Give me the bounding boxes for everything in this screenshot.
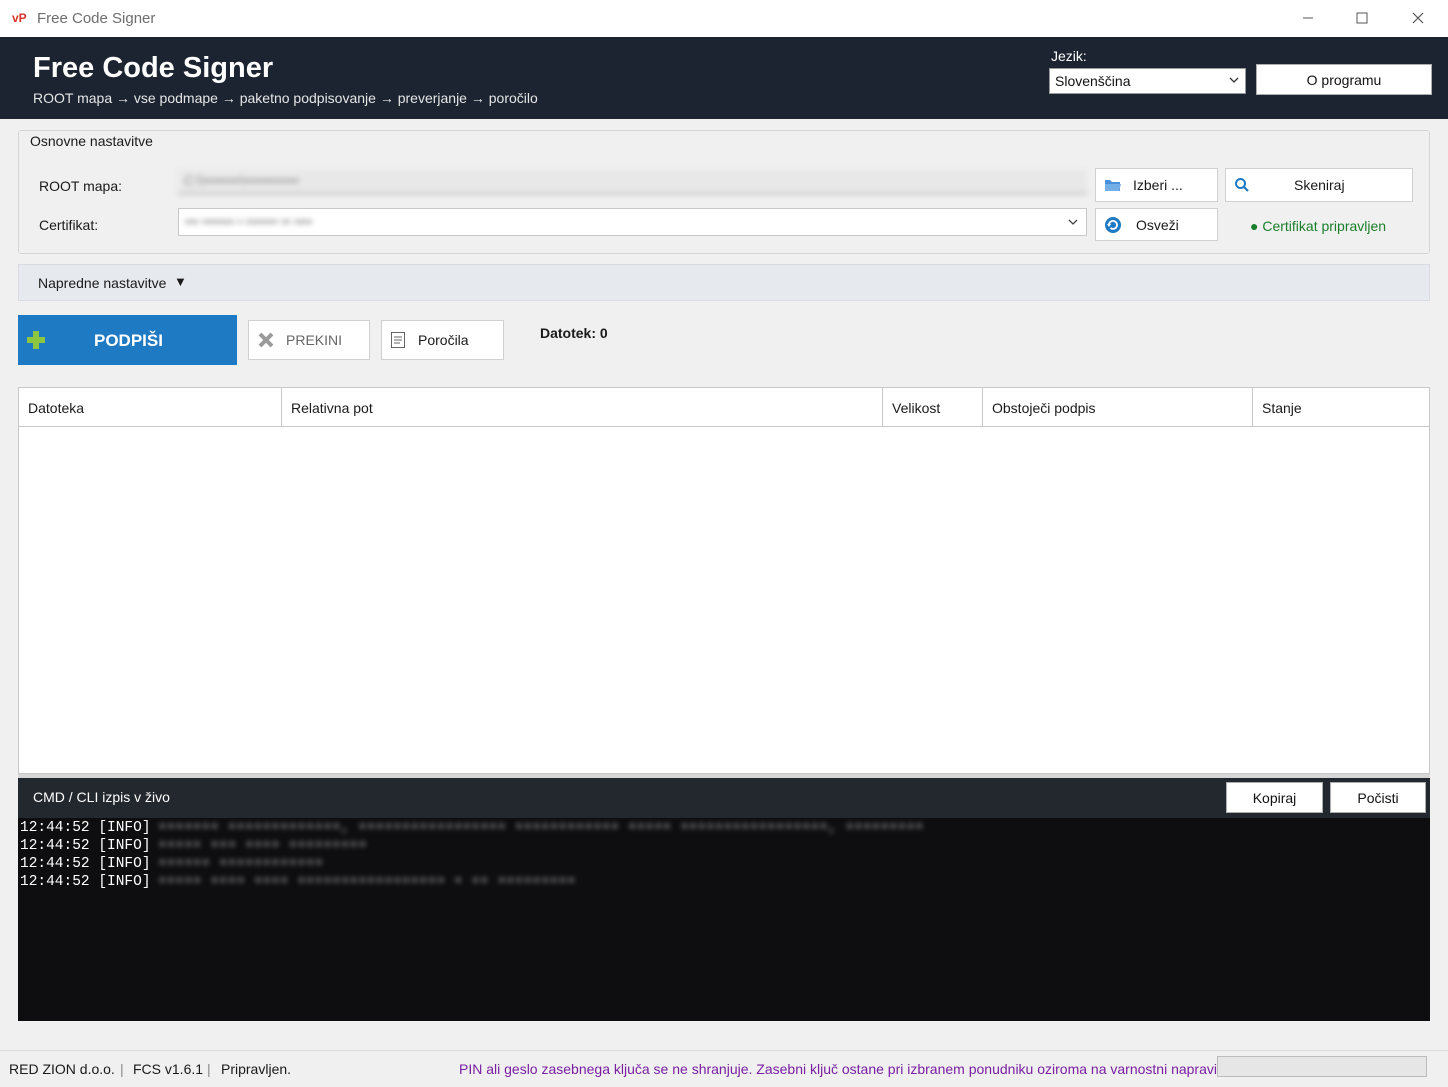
basic-settings-legend: Osnovne nastavitve	[26, 133, 157, 149]
app-title: Free Code Signer	[33, 52, 274, 84]
choose-folder-label: Izberi ...	[1133, 177, 1183, 193]
folder-icon	[1104, 178, 1122, 192]
status-separator: |	[207, 1061, 211, 1077]
language-label: Jezik:	[1051, 48, 1087, 64]
advanced-settings-label: Napredne nastavitve	[38, 275, 167, 291]
refresh-label: Osveži	[1136, 216, 1179, 233]
company-name: RED ZION d.o.o.	[9, 1061, 115, 1077]
log-timestamp: 12:44:52 [INFO]	[20, 856, 151, 872]
root-folder-input[interactable]: C:\\••••••••\••••••••••••	[178, 170, 1087, 194]
chevron-down-icon	[1229, 77, 1239, 83]
version-label: FCS v1.6.1	[133, 1061, 204, 1077]
language-value: Slovenščina	[1055, 73, 1131, 89]
window-title: Free Code Signer	[37, 10, 156, 27]
maximize-button[interactable]	[1342, 6, 1382, 30]
status-text: Pripravljen.	[221, 1061, 292, 1077]
close-button[interactable]	[1398, 6, 1438, 30]
log-line: 12:44:52 [INFO] ••••• ••• •••• •••••••••	[18, 837, 1430, 855]
plus-icon	[26, 330, 46, 355]
root-folder-label: ROOT mapa:	[39, 178, 122, 194]
stop-button[interactable]: PREKINI	[248, 320, 370, 360]
log-message: ••••• •••• •••• ••••••••••••••••• • •• •…	[158, 874, 576, 890]
certificate-value: ••• ••••••• • ••••••• •• ••••	[185, 214, 313, 229]
log-timestamp: 12:44:52 [INFO]	[20, 874, 151, 890]
refresh-button[interactable]: Osveži	[1095, 208, 1218, 241]
search-icon	[1234, 177, 1250, 193]
sign-label: PODPIŠI	[94, 331, 163, 350]
workflow-subtitle: ROOT mapa → vse podmape → paketno podpis…	[33, 90, 538, 106]
log-timestamp: 12:44:52 [INFO]	[20, 820, 151, 836]
clear-button[interactable]: Počisti	[1330, 782, 1426, 813]
scan-label: Skeniraj	[1294, 177, 1345, 193]
document-icon	[390, 331, 406, 349]
log-message: •••••• ••••••••••••	[158, 856, 324, 872]
close-icon	[1412, 12, 1424, 24]
column-header-file[interactable]: Datoteka	[19, 388, 282, 426]
stop-label: PREKINI	[286, 332, 343, 348]
reports-button[interactable]: Poročila	[381, 320, 504, 360]
choose-folder-button[interactable]: Izberi ...	[1095, 168, 1218, 202]
status-separator: |	[120, 1061, 124, 1077]
scan-button[interactable]: Skeniraj	[1225, 168, 1413, 202]
refresh-icon	[1104, 216, 1122, 234]
log-line: 12:44:52 [INFO] ••••••• •••••••••••••, •…	[18, 819, 1430, 837]
column-header-status[interactable]: Stanje	[1253, 388, 1429, 426]
certificate-select[interactable]: ••• ••••••• • ••••••• •• ••••	[178, 208, 1087, 236]
security-notice: PIN ali geslo zasebnega ključa se ne shr…	[459, 1061, 1221, 1077]
app-icon: vP	[12, 11, 27, 25]
window-titlebar: vP Free Code Signer	[0, 0, 1448, 38]
status-bar: RED ZION d.o.o. | FCS v1.6.1 | Pripravlj…	[0, 1050, 1448, 1087]
minimize-icon	[1303, 17, 1313, 19]
cancel-x-icon	[257, 331, 275, 349]
column-header-relative-path[interactable]: Relativna pot	[282, 388, 883, 426]
file-count: Datotek: 0	[540, 325, 608, 341]
column-header-existing-signature[interactable]: Obstoječi podpis	[983, 388, 1253, 426]
advanced-settings-toggle[interactable]: Napredne nastavitve ▼	[18, 264, 1430, 301]
log-line: 12:44:52 [INFO] ••••• •••• •••• ••••••••…	[18, 873, 1430, 891]
log-message: ••••••• •••••••••••••, •••••••••••••••••…	[158, 820, 924, 836]
minimize-button[interactable]	[1288, 6, 1328, 30]
log-timestamp: 12:44:52 [INFO]	[20, 838, 151, 854]
console-title: CMD / CLI izpis v živo	[33, 789, 170, 805]
log-line: 12:44:52 [INFO] •••••• ••••••••••••	[18, 855, 1430, 873]
language-select[interactable]: Slovenščina	[1049, 68, 1246, 94]
about-button[interactable]: O programu	[1256, 64, 1432, 95]
table-header: Datoteka Relativna pot Velikost Obstoječ…	[19, 388, 1429, 427]
files-table[interactable]: Datoteka Relativna pot Velikost Obstoječ…	[18, 387, 1430, 774]
maximize-icon	[1356, 12, 1368, 24]
copy-button[interactable]: Kopiraj	[1226, 782, 1323, 813]
certificate-status: ● Certifikat pripravljen	[1250, 218, 1387, 234]
expand-arrow-icon: ▼	[174, 274, 187, 289]
reports-label: Poročila	[418, 332, 469, 348]
app-header: Free Code Signer ROOT mapa → vse podmape…	[0, 37, 1448, 119]
log-message: ••••• ••• •••• •••••••••	[158, 838, 367, 854]
column-header-size[interactable]: Velikost	[883, 388, 983, 426]
progress-bar	[1217, 1056, 1427, 1077]
console-output[interactable]: 12:44:52 [INFO] ••••••• •••••••••••••, •…	[18, 818, 1430, 1021]
certificate-label: Certifikat:	[39, 217, 99, 233]
sign-button[interactable]: PODPIŠI	[18, 315, 237, 365]
console-header: CMD / CLI izpis v živo Kopiraj Počisti	[18, 778, 1430, 818]
chevron-down-icon	[1068, 219, 1078, 225]
